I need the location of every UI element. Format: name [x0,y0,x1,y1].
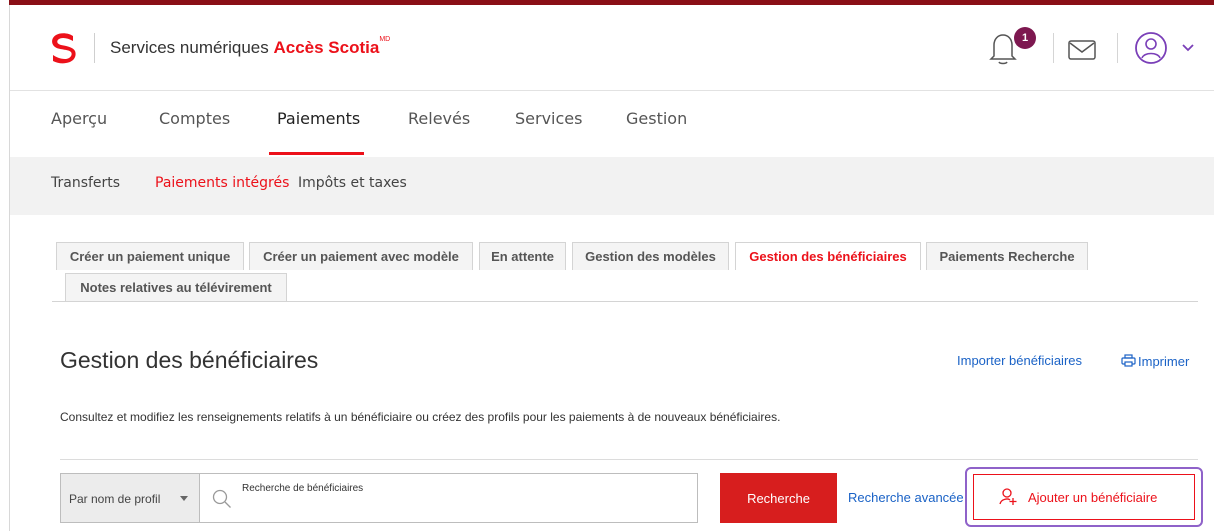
notification-badge: 1 [1014,27,1036,49]
main-nav-item-releves[interactable]: Relevés [408,109,470,128]
brand-mark: MD [379,36,391,43]
search-filter-select[interactable]: Par nom de profil [60,473,200,523]
advanced-search-link[interactable]: Recherche avancée [848,490,964,505]
tab-gestion-beneficiaires[interactable]: Gestion des bénéficiaires [735,242,921,270]
add-user-icon [999,488,1017,505]
page-description: Consultez et modifiez les renseignements… [60,410,781,424]
tab-paiements-recherche[interactable]: Paiements Recherche [926,242,1088,270]
brand-name: Accès Scotia [273,38,380,57]
tab-en-attente[interactable]: En attente [479,242,566,270]
print-link[interactable]: Imprimer [1138,354,1189,369]
scotia-logo-icon[interactable] [49,32,77,64]
brand-separator [94,33,95,63]
main-nav-item-services[interactable]: Services [515,109,582,128]
add-beneficiary-button[interactable]: Ajouter un bénéficiaire [973,474,1195,520]
brand-prefix: Services numériques [110,38,269,57]
import-beneficiaries-link[interactable]: Importer bénéficiaires [957,353,1082,368]
main-nav-item-apercu[interactable]: Aperçu [51,109,107,128]
add-beneficiary-label: Ajouter un bénéficiaire [1028,490,1158,505]
search-icon [212,489,231,508]
sub-nav: Transferts Paiements intégrés Impôts et … [10,157,1214,215]
search-input[interactable]: Recherche de bénéficiaires [199,473,698,523]
tab-notes-televirement[interactable]: Notes relatives au télévirement [65,273,287,301]
header: Services numériques Accès ScotiaMD 1 [10,5,1214,91]
content-divider [60,459,1198,460]
search-button[interactable]: Recherche [720,473,837,523]
tab-gestion-modeles[interactable]: Gestion des modèles [572,242,729,270]
main-nav-item-gestion[interactable]: Gestion [626,109,687,128]
printer-icon[interactable] [1121,353,1136,368]
tab-creer-paiement-unique[interactable]: Créer un paiement unique [56,242,244,270]
active-nav-indicator [269,152,364,155]
page-title: Gestion des bénéficiaires [60,347,319,373]
main-nav-item-paiements[interactable]: Paiements [277,109,360,128]
brand-title: Services numériques Accès ScotiaMD [110,36,391,58]
mail-icon[interactable] [1067,38,1097,62]
header-divider [1117,33,1118,63]
user-avatar-icon[interactable] [1134,31,1168,65]
main-nav: Aperçu Comptes Paiements Relevés Service… [10,91,1214,157]
tabs-divider [52,301,1198,302]
chevron-down-icon[interactable] [1181,43,1195,53]
main-nav-item-comptes[interactable]: Comptes [159,109,230,128]
sub-nav-item-impots-taxes[interactable]: Impôts et taxes [298,175,407,191]
sub-nav-item-paiements-integres[interactable]: Paiements intégrés [155,175,289,191]
tab-creer-paiement-modele[interactable]: Créer un paiement avec modèle [249,242,473,270]
search-filter-value: Par nom de profil [69,492,161,506]
caret-down-icon [180,496,188,501]
header-divider [1053,33,1054,63]
sub-nav-item-transferts[interactable]: Transferts [51,175,120,191]
search-placeholder: Recherche de bénéficiaires [242,483,364,494]
